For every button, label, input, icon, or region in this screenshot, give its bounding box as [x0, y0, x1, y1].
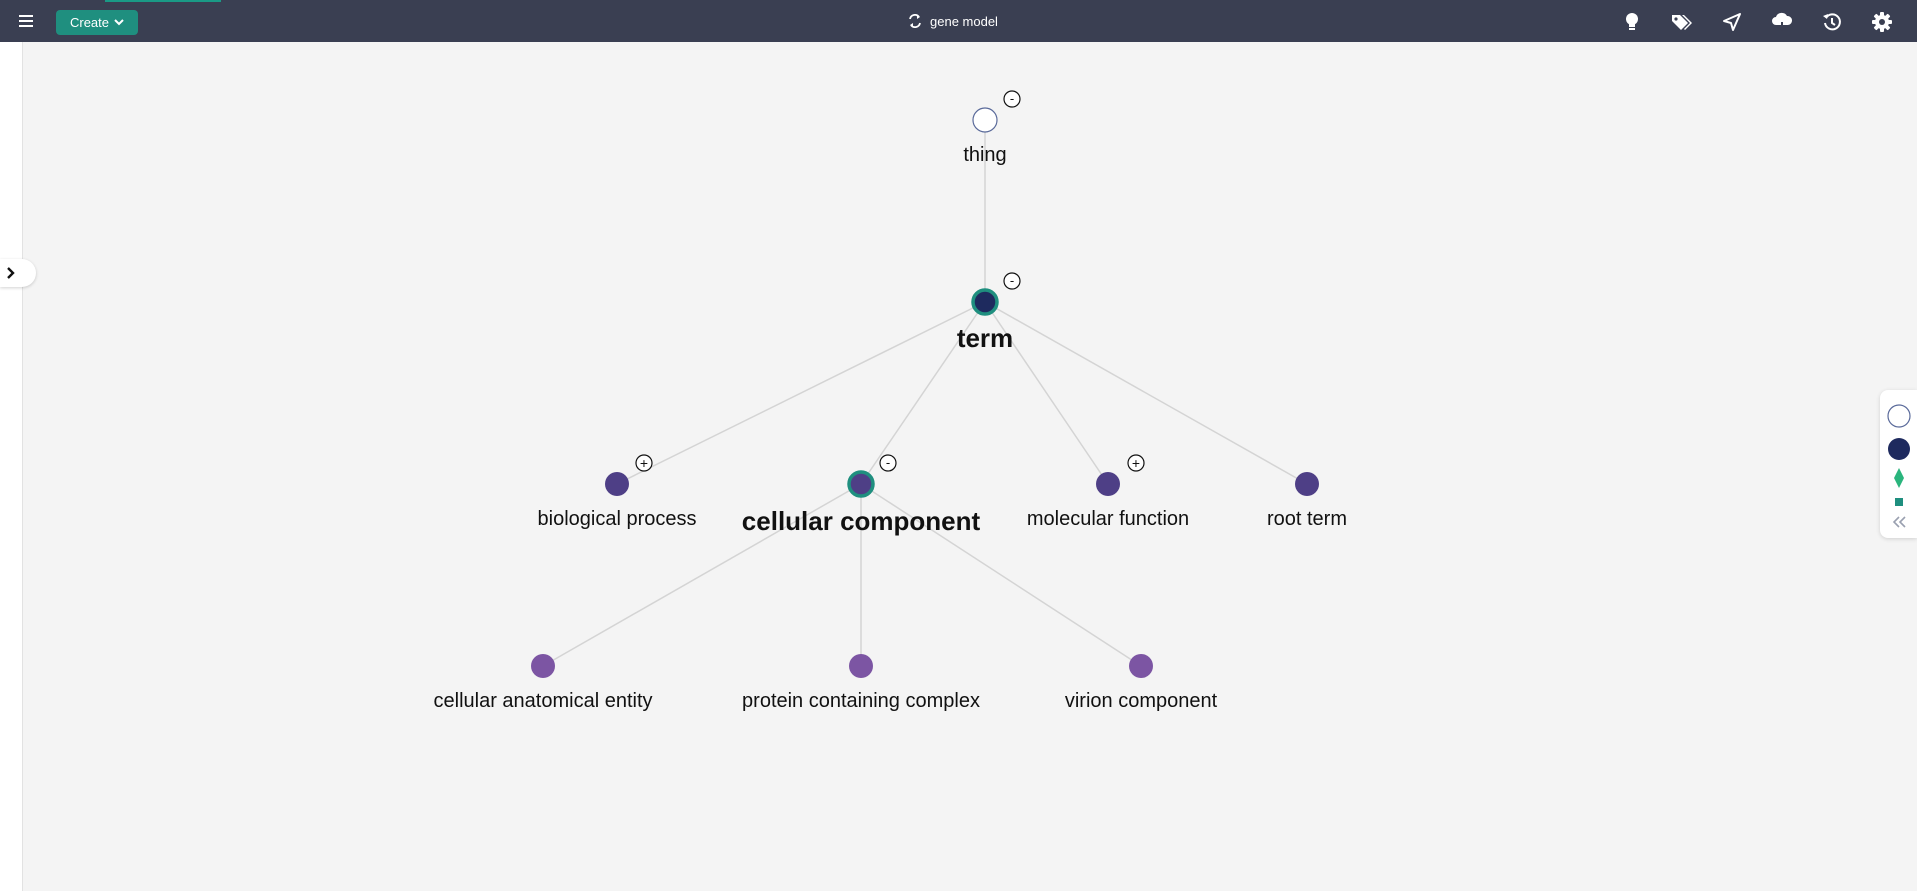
expand-toggle-biological-process[interactable]: + — [635, 454, 653, 472]
collapse-toggle-term[interactable]: - — [1003, 272, 1021, 290]
node-biological-process[interactable]: biological process — [538, 472, 697, 530]
node-root-term[interactable]: root term — [1267, 472, 1347, 530]
class-filled-circle-icon[interactable] — [1888, 438, 1910, 460]
node-label-biological-process: biological process — [538, 508, 697, 530]
node-label-virion-component: virion component — [1065, 690, 1218, 712]
graph-nodes: thing - term - biological process + cell… — [434, 90, 1347, 712]
expand-toggle-molecular-function[interactable]: + — [1127, 454, 1145, 472]
node-label-molecular-function: molecular function — [1027, 508, 1189, 530]
node-label-thing: thing — [963, 144, 1006, 166]
collapse-toggle-thing[interactable]: - — [1003, 90, 1021, 108]
toggle-symbol: + — [1132, 455, 1140, 471]
toggle-symbol: + — [640, 455, 648, 471]
node-virion-component[interactable]: virion component — [1065, 654, 1218, 712]
legend-panel — [1880, 390, 1917, 538]
edge-term-biological-process — [616, 301, 986, 485]
node-label-root-term: root term — [1267, 508, 1347, 530]
ontology-graph: thing - term - biological process + cell… — [434, 90, 1347, 712]
toggle-symbol: - — [1010, 273, 1014, 288]
collapse-toggle-cellular-component[interactable]: - — [879, 454, 897, 472]
graph-edges — [542, 120, 1308, 667]
edge-term-root-term — [984, 301, 1308, 485]
node-label-term: term — [957, 323, 1013, 353]
datatype-square-icon[interactable] — [1895, 498, 1903, 506]
node-label-cellular-anatomical-entity: cellular anatomical entity — [434, 690, 653, 712]
node-molecular-function[interactable]: molecular function — [1027, 472, 1189, 530]
toggle-symbol: - — [1010, 91, 1014, 106]
property-diamond-icon[interactable] — [1894, 468, 1904, 488]
class-hollow-circle-icon[interactable] — [1887, 404, 1911, 428]
double-chevron-left-icon[interactable] — [1892, 516, 1906, 528]
node-label-protein-containing-complex: protein containing complex — [742, 690, 980, 712]
legend-items — [1887, 404, 1911, 528]
node-term[interactable]: term — [957, 288, 1013, 353]
toggle-symbol: - — [886, 455, 890, 470]
node-label-cellular-component: cellular component — [742, 506, 981, 536]
node-cellular-anatomical-entity[interactable]: cellular anatomical entity — [434, 654, 653, 712]
node-protein-containing-complex[interactable]: protein containing complex — [742, 654, 980, 712]
